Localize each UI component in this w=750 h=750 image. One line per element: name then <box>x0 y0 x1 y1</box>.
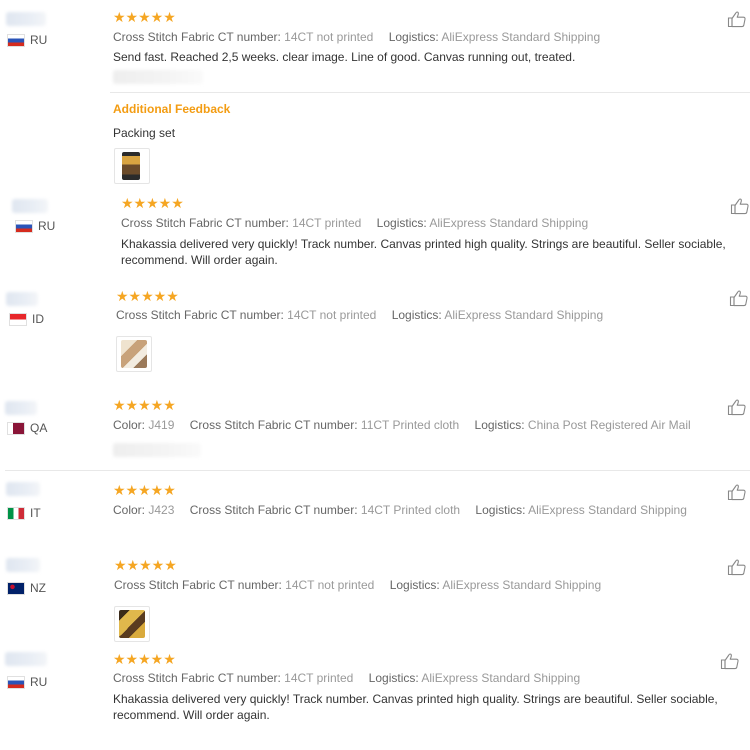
thumbs-up-icon[interactable] <box>729 289 749 307</box>
reviewer-name <box>6 12 46 26</box>
field-value: AliExpress Standard Shipping <box>421 671 581 685</box>
flag-nz-icon <box>8 582 24 594</box>
review-meta: Cross Stitch Fabric CT number: 14CT not … <box>114 578 601 592</box>
field-label: Cross Stitch Fabric CT number: <box>189 503 358 517</box>
country-code: ID <box>32 312 44 326</box>
thumbs-up-icon[interactable] <box>727 398 747 416</box>
field-label: Logistics: <box>376 216 427 230</box>
field-label: Cross Stitch Fabric CT number: <box>113 671 281 685</box>
review-date <box>113 443 201 457</box>
field-value: 11CT Printed cloth <box>360 418 460 432</box>
review-text: Khakassia delivered very quickly! Track … <box>121 237 726 267</box>
star-rating: ★★★★★ <box>113 651 176 667</box>
star-rating: ★★★★★ <box>113 9 176 25</box>
review-meta: Color: J419 Cross Stitch Fabric CT numbe… <box>113 418 691 432</box>
country-code: RU <box>30 675 48 689</box>
field-label: Logistics: <box>474 418 525 432</box>
review-meta: Cross Stitch Fabric CT number: 14CT not … <box>113 30 600 44</box>
reviewer-country: RU <box>8 675 47 689</box>
reviewer-name <box>6 558 40 572</box>
country-code: RU <box>30 33 48 47</box>
reviewer-name <box>12 199 48 213</box>
thumbs-up-icon[interactable] <box>727 483 747 501</box>
field-value: 14CT Printed cloth <box>360 503 461 517</box>
star-rating: ★★★★★ <box>116 288 179 304</box>
country-code: NZ <box>30 581 46 595</box>
review-meta: Cross Stitch Fabric CT number: 14CT prin… <box>121 216 588 230</box>
star-rating: ★★★★★ <box>113 482 176 498</box>
field-value: 14CT not printed <box>285 578 375 592</box>
additional-feedback-label: Additional Feedback <box>113 102 231 116</box>
reviewer-name <box>6 292 38 306</box>
field-value: 14CT printed <box>284 671 354 685</box>
field-label: Cross Stitch Fabric CT number: <box>114 578 282 592</box>
review-meta: Cross Stitch Fabric CT number: 14CT not … <box>116 308 603 322</box>
field-value: 14CT not printed <box>284 30 374 44</box>
review-date <box>113 70 203 84</box>
thumbs-up-icon[interactable] <box>727 10 747 28</box>
thumbs-up-icon[interactable] <box>727 558 747 576</box>
reviewer-country: IT <box>8 506 41 520</box>
field-value: J423 <box>148 503 175 517</box>
flag-ru-icon <box>8 676 24 688</box>
field-value: AliExpress Standard Shipping <box>444 308 604 322</box>
field-label: Cross Stitch Fabric CT number: <box>189 418 358 432</box>
field-label: Logistics: <box>368 671 419 685</box>
thumbs-up-icon[interactable] <box>730 197 750 215</box>
field-label: Cross Stitch Fabric CT number: <box>116 308 284 322</box>
photo-content <box>122 152 140 180</box>
review-text: Send fast. Reached 2,5 weeks. clear imag… <box>113 50 576 64</box>
field-label: Cross Stitch Fabric CT number: <box>121 216 289 230</box>
field-label: Logistics: <box>389 578 440 592</box>
star-rating: ★★★★★ <box>113 397 176 413</box>
divider <box>5 470 750 471</box>
field-label: Logistics: <box>388 30 439 44</box>
review-meta: Color: J423 Cross Stitch Fabric CT numbe… <box>113 503 687 517</box>
field-label: Color: <box>113 503 146 517</box>
flag-it-icon <box>8 507 24 519</box>
country-code: QA <box>30 421 48 435</box>
field-value: AliExpress Standard Shipping <box>528 503 687 517</box>
review-photo[interactable] <box>116 336 152 372</box>
photo-content <box>119 610 145 638</box>
review-text: Khakassia delivered very quickly! Track … <box>113 692 718 722</box>
star-rating: ★★★★★ <box>121 195 184 211</box>
review-photo[interactable] <box>114 606 150 642</box>
reviewer-country: QA <box>8 421 47 435</box>
reviewer-name <box>6 482 40 496</box>
reviewer-country: NZ <box>8 581 46 595</box>
review-photo[interactable] <box>114 148 150 184</box>
field-value: J419 <box>148 418 175 432</box>
reviewer-country: RU <box>8 33 47 47</box>
reviewer-country: RU <box>16 219 55 233</box>
flag-qa-icon <box>8 422 24 434</box>
field-value: AliExpress Standard Shipping <box>442 578 602 592</box>
reviewer-country: ID <box>10 312 44 326</box>
thumbs-up-icon[interactable] <box>720 652 740 670</box>
divider <box>110 92 750 93</box>
field-label: Color: <box>113 418 146 432</box>
photo-content <box>121 340 147 368</box>
field-value: AliExpress Standard Shipping <box>429 216 589 230</box>
star-rating: ★★★★★ <box>114 557 177 573</box>
additional-feedback-text: Packing set <box>113 126 176 140</box>
field-value: 14CT not printed <box>287 308 377 322</box>
field-value: China Post Registered Air Mail <box>527 418 691 432</box>
reviewer-name <box>5 401 37 415</box>
flag-ru-icon <box>8 34 24 46</box>
field-value: 14CT printed <box>292 216 362 230</box>
reviewer-name <box>5 652 47 666</box>
flag-ru-icon <box>16 220 32 232</box>
country-code: IT <box>30 506 41 520</box>
field-label: Logistics: <box>475 503 526 517</box>
field-value: AliExpress Standard Shipping <box>441 30 601 44</box>
review-meta: Cross Stitch Fabric CT number: 14CT prin… <box>113 671 580 685</box>
field-label: Logistics: <box>391 308 442 322</box>
flag-id-icon <box>10 313 26 325</box>
country-code: RU <box>38 219 56 233</box>
field-label: Cross Stitch Fabric CT number: <box>113 30 281 44</box>
